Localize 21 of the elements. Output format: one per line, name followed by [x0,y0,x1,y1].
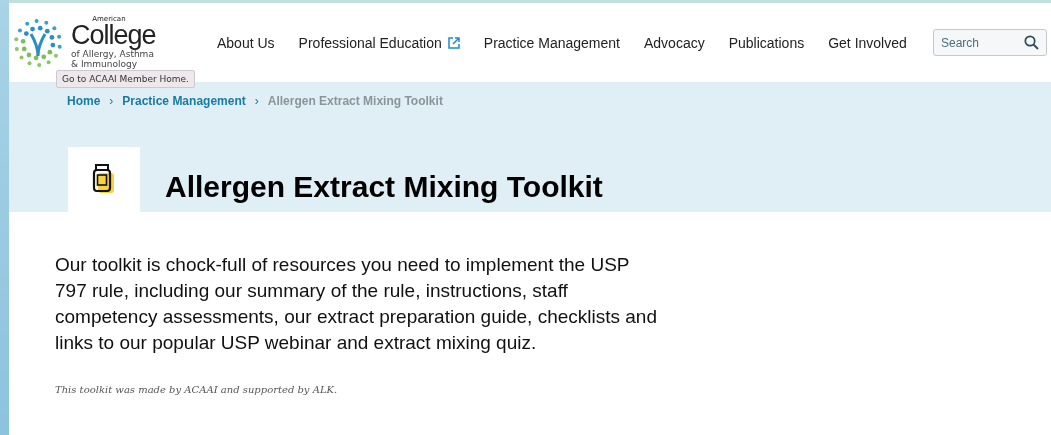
search-field[interactable]: Search [933,29,1047,56]
logo-text: College [71,22,156,49]
breadcrumb-separator: › [254,94,259,108]
breadcrumb-link[interactable]: Home [67,94,101,108]
nav-link[interactable]: Publications [716,34,817,51]
page-title: Allergen Extract Mixing Toolkit [165,170,603,204]
credit-note: This toolkit was made by ACAAI and supported by ALK. [55,384,339,395]
breadcrumb-link[interactable]: Practice Management [122,94,246,108]
breadcrumb-current: Allergen Extract Mixing Toolkit [267,94,443,108]
nav-link[interactable]: Professional Education [286,34,472,51]
logo-text: & Immunology [71,60,139,69]
search-icon [1024,35,1039,50]
nav-link[interactable]: Get Involved [816,34,919,51]
nav-link[interactable]: Advocacy [632,34,717,51]
intro-paragraph: Our toolkit is chock-full of resources you need to implement the USP 797 rule, including our summary of the rule, instructions, staff competency assessments, our extract preparation guide, checklists and links to our popular USP webinar and extract mixing quiz. [55,253,658,355]
jar-icon [91,163,117,196]
tooltip: Go to ACAAI Member Home. [56,70,195,88]
nav-link[interactable]: About Us [205,34,287,51]
nav-link[interactable]: Practice Management [471,34,632,51]
logo-text: of Allergy, Asthma [71,50,154,59]
breadcrumb-separator: › [109,94,114,108]
